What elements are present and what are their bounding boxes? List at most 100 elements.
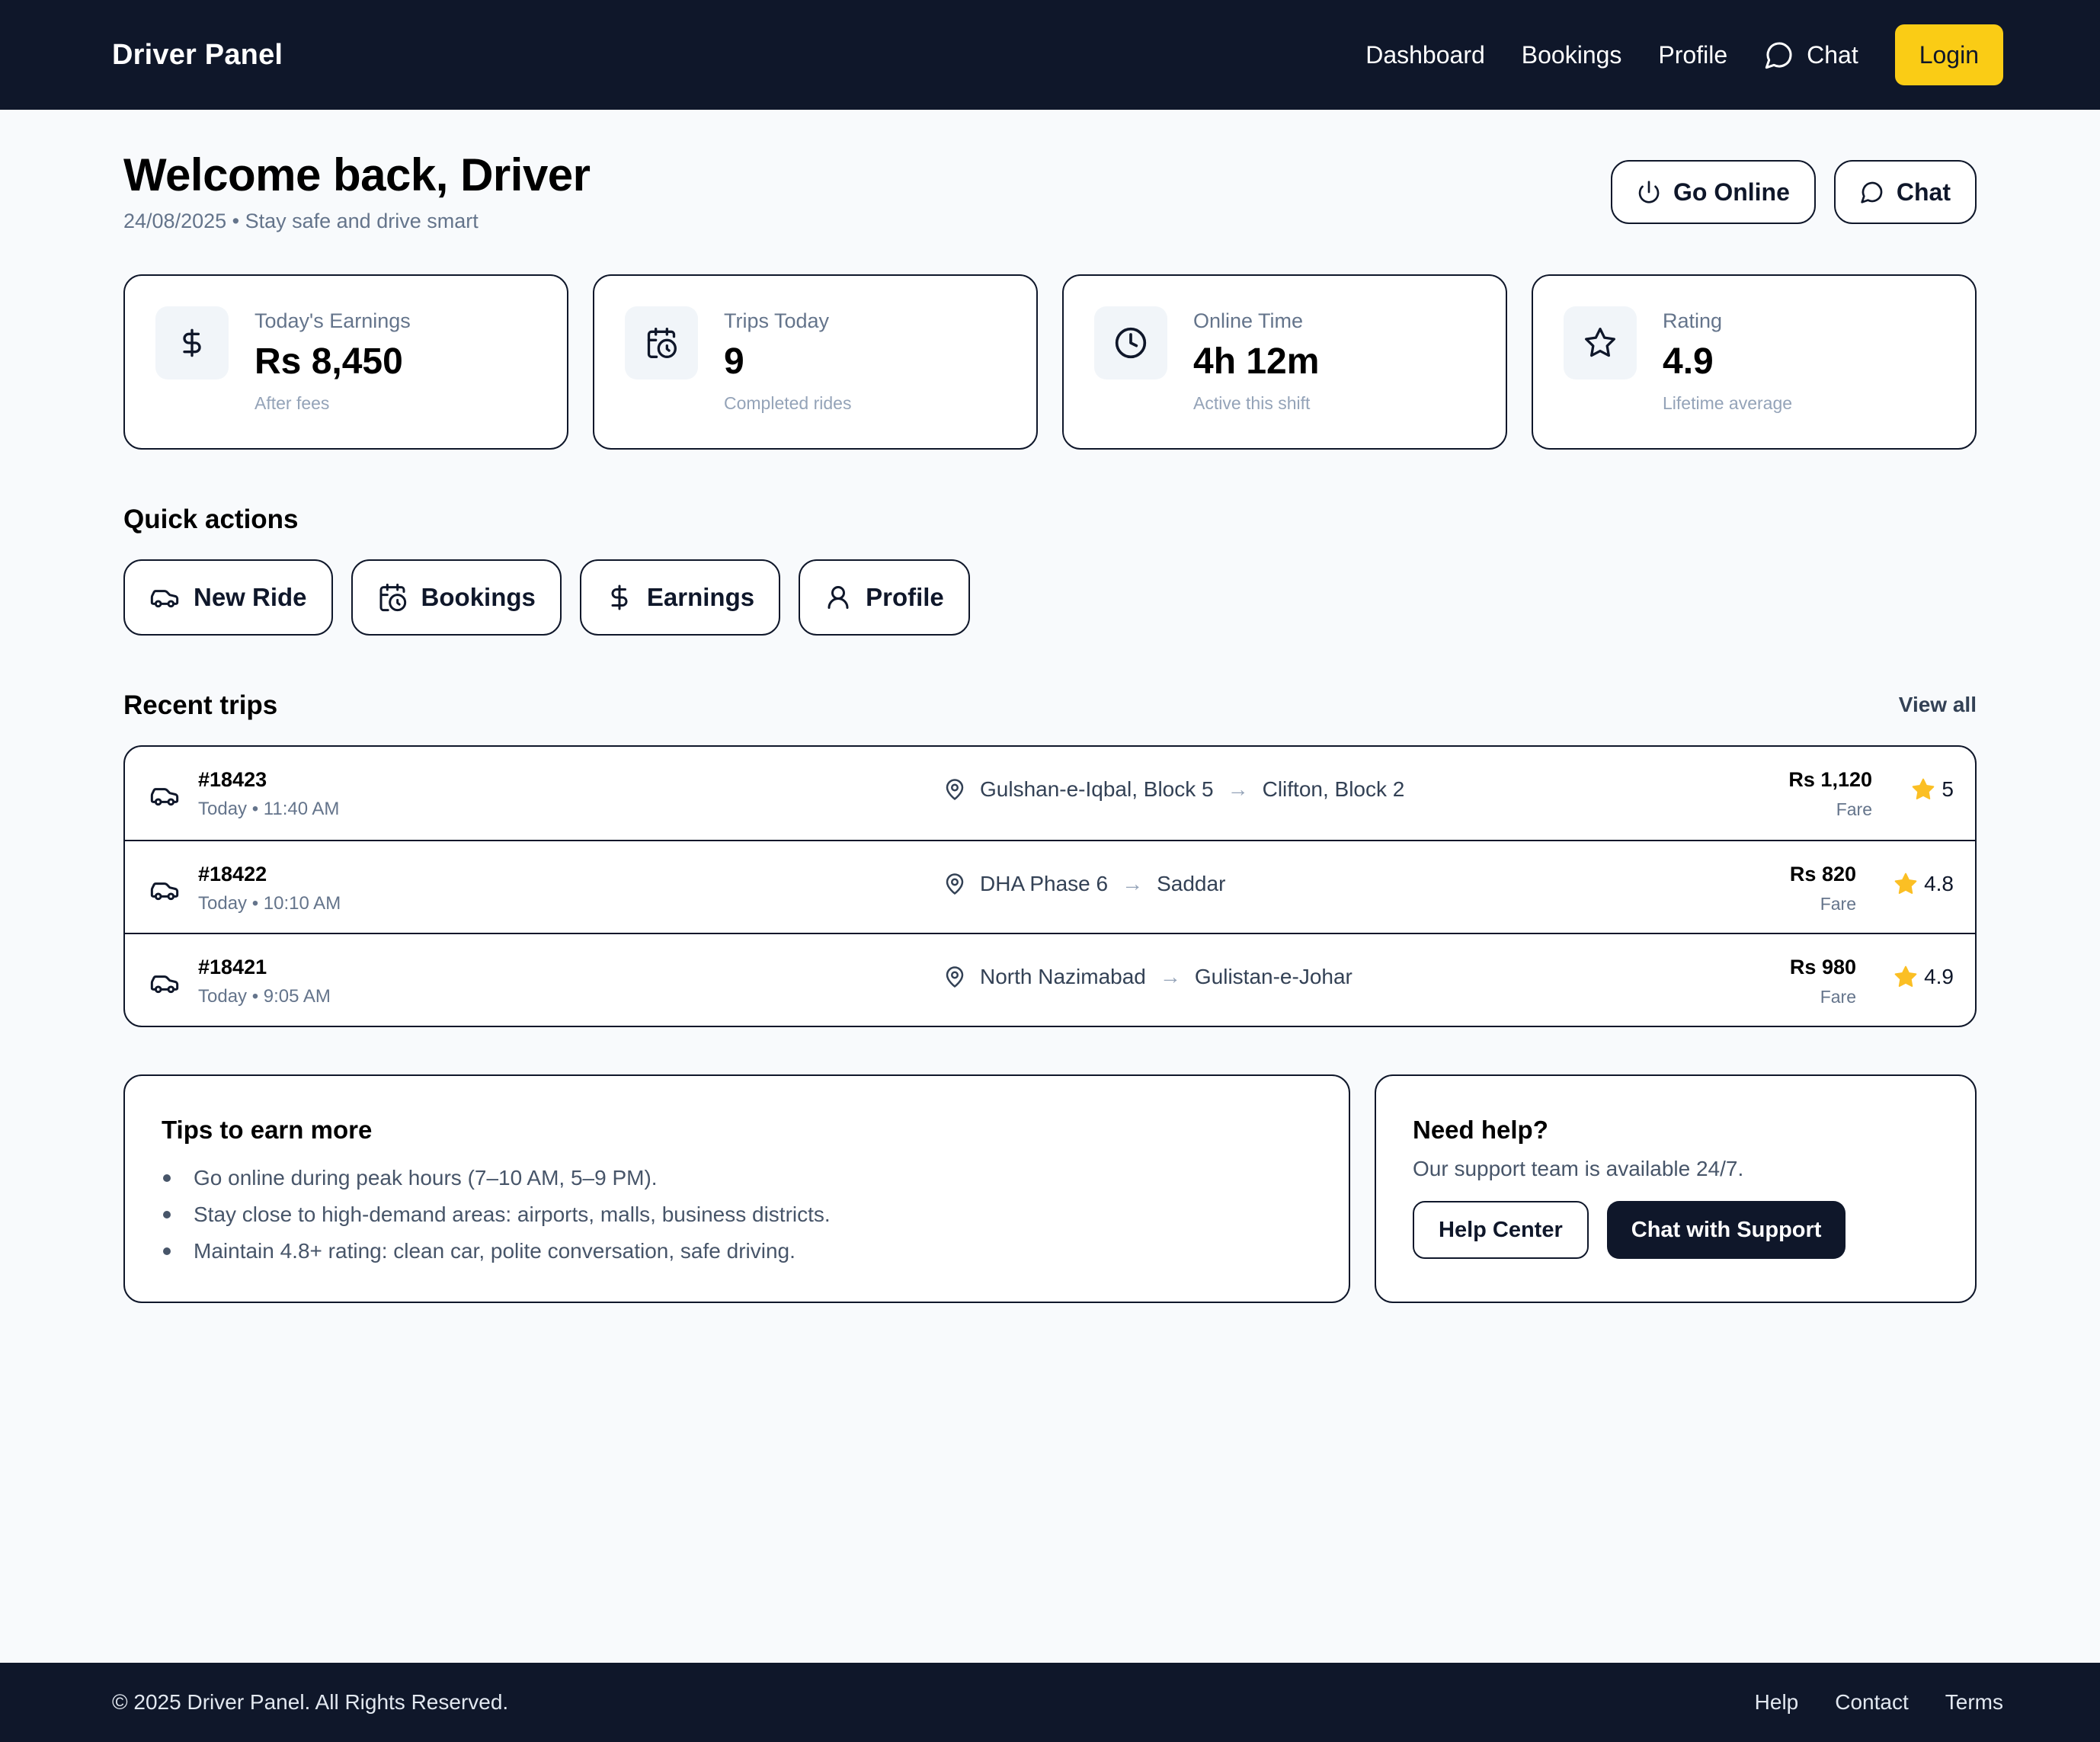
bullet-icon [163, 1211, 171, 1218]
list-item: Stay close to high-demand areas: airport… [162, 1196, 1312, 1233]
nav-bookings[interactable]: Bookings [1522, 41, 1622, 69]
chat-support-button[interactable]: Chat with Support [1606, 1201, 1846, 1259]
map-pin-icon [943, 778, 966, 801]
go-online-button[interactable]: Go Online [1611, 160, 1816, 224]
tips-list: Go online during peak hours (7–10 AM, 5–… [162, 1160, 1312, 1270]
clock-icon [1094, 306, 1167, 379]
star-icon [1564, 306, 1637, 379]
footer-link-terms[interactable]: Terms [1945, 1690, 2003, 1715]
recent-trips-list: #18423 Today • 11:40 AM Gulshan-e-Iqbal,… [123, 745, 1977, 1027]
help-center-button[interactable]: Help Center [1413, 1201, 1589, 1259]
help-subtitle: Our support team is available 24/7. [1413, 1157, 1744, 1180]
nav-chat-label: Chat [1807, 40, 1858, 69]
power-icon [1637, 180, 1661, 204]
stat-card-earnings: Today's Earnings Rs 8,450 After fees [123, 274, 568, 450]
nav-profile[interactable]: Profile [1658, 41, 1727, 69]
nav-dashboard[interactable]: Dashboard [1365, 41, 1485, 69]
fare-value: Rs 1,120 [1788, 768, 1872, 791]
chat-button[interactable]: Chat [1833, 160, 1977, 224]
list-item: Go online during peak hours (7–10 AM, 5–… [162, 1160, 1312, 1196]
trip-to: Gulistan-e-Johar [1194, 965, 1353, 988]
profile-label: Profile [866, 583, 944, 611]
recent-trips-title: Recent trips [123, 690, 278, 720]
stats-row: Today's Earnings Rs 8,450 After fees Tri… [123, 274, 1977, 450]
star-icon [1894, 965, 1918, 989]
fare-value: Rs 980 [1789, 956, 1856, 978]
stat-note: Completed rides [724, 393, 852, 413]
footer: © 2025 Driver Panel. All Rights Reserved… [0, 1663, 2100, 1742]
trip-rating: 4.9 [1894, 965, 1954, 989]
new-ride-label: New Ride [194, 583, 307, 611]
trip-rating: 4.8 [1894, 872, 1954, 896]
dollar-icon [606, 584, 633, 611]
trip-rating: 5 [1911, 777, 1954, 802]
car-icon [149, 582, 180, 613]
trip-to: Saddar [1157, 872, 1226, 895]
stat-label: Trips Today [724, 309, 830, 332]
trip-time: Today • 10:10 AM [198, 893, 341, 914]
help-title: Need help? [1413, 1116, 1548, 1144]
footer-links: Help Contact Terms [1718, 1690, 2003, 1715]
bookings-button[interactable]: Bookings [351, 559, 562, 636]
trip-id: #18422 [198, 863, 267, 885]
trip-fare: Rs 1,120 Fare [1788, 768, 1872, 820]
bookings-label: Bookings [421, 583, 536, 611]
stat-card-rating: Rating 4.9 Lifetime average [1532, 274, 1977, 450]
trip-to: Clifton, Block 2 [1262, 777, 1405, 801]
chat-bubble-icon [1860, 180, 1884, 204]
table-row[interactable]: #18422 Today • 10:10 AM DHA Phase 6 → Sa… [125, 840, 1975, 933]
rating-value: 4.9 [1924, 965, 1954, 988]
trip-from: DHA Phase 6 [980, 872, 1109, 895]
trip-route: North Nazimabad → Gulistan-e-Johar [943, 965, 1353, 989]
trip-fare: Rs 980 Fare [1790, 956, 1856, 1007]
new-ride-button[interactable]: New Ride [123, 559, 333, 636]
stat-label: Rating [1663, 309, 1723, 332]
arrow-right-icon: → [1159, 965, 1181, 988]
header-actions: Go Online Chat [1611, 160, 1977, 224]
chat-label: Chat [1896, 178, 1951, 206]
arrow-right-icon: → [1122, 872, 1144, 895]
stat-card-trips: Trips Today 9 Completed rides [593, 274, 1038, 450]
star-icon [1894, 872, 1918, 896]
trip-time: Today • 9:05 AM [198, 986, 331, 1007]
main-nav: Dashboard Bookings Profile Chat Login [1365, 24, 2003, 85]
page-subtitle: 24/08/2025 • Stay safe and drive smart [123, 210, 479, 232]
tip-text: Maintain 4.8+ rating: clean car, polite … [194, 1239, 796, 1263]
chat-bubble-icon [1764, 40, 1794, 70]
stat-note: After fees [254, 393, 330, 413]
page-title: Welcome back, Driver [123, 149, 591, 200]
trip-from: Gulshan-e-Iqbal, Block 5 [980, 777, 1214, 801]
profile-button[interactable]: Profile [799, 559, 970, 636]
trip-id: #18423 [198, 768, 267, 791]
fare-label: Fare [1820, 894, 1856, 914]
car-icon [149, 875, 180, 905]
nav-chat[interactable]: Chat [1764, 40, 1858, 70]
earnings-button[interactable]: Earnings [579, 559, 781, 636]
tips-title: Tips to earn more [162, 1116, 373, 1144]
stat-value: 9 [724, 341, 744, 382]
trip-route: DHA Phase 6 → Saddar [943, 872, 1225, 896]
map-pin-icon [943, 873, 966, 895]
go-online-label: Go Online [1673, 178, 1790, 206]
table-row[interactable]: #18423 Today • 11:40 AM Gulshan-e-Iqbal,… [125, 747, 1975, 840]
star-icon [1911, 777, 1935, 802]
view-all-link[interactable]: View all [1899, 693, 1977, 717]
stat-label: Today's Earnings [254, 309, 411, 332]
trip-fare: Rs 820 Fare [1790, 863, 1856, 914]
brand-logo[interactable]: Driver Panel [112, 39, 283, 72]
trip-from: North Nazimabad [980, 965, 1146, 988]
arrow-right-icon: → [1227, 777, 1249, 801]
quick-actions: New Ride Bookings Earnings Profile [123, 559, 988, 636]
login-button[interactable]: Login [1894, 24, 2003, 85]
fare-label: Fare [1836, 799, 1872, 819]
car-icon [149, 780, 180, 811]
bullet-icon [163, 1174, 171, 1182]
stat-note: Active this shift [1193, 393, 1311, 413]
footer-link-help[interactable]: Help [1755, 1690, 1799, 1715]
earnings-label: Earnings [646, 583, 755, 611]
footer-link-contact[interactable]: Contact [1835, 1690, 1909, 1715]
stat-label: Online Time [1193, 309, 1304, 332]
fare-value: Rs 820 [1789, 863, 1856, 885]
table-row[interactable]: #18421 Today • 9:05 AM North Nazimabad →… [125, 933, 1975, 1026]
list-item: Maintain 4.8+ rating: clean car, polite … [162, 1233, 1312, 1270]
